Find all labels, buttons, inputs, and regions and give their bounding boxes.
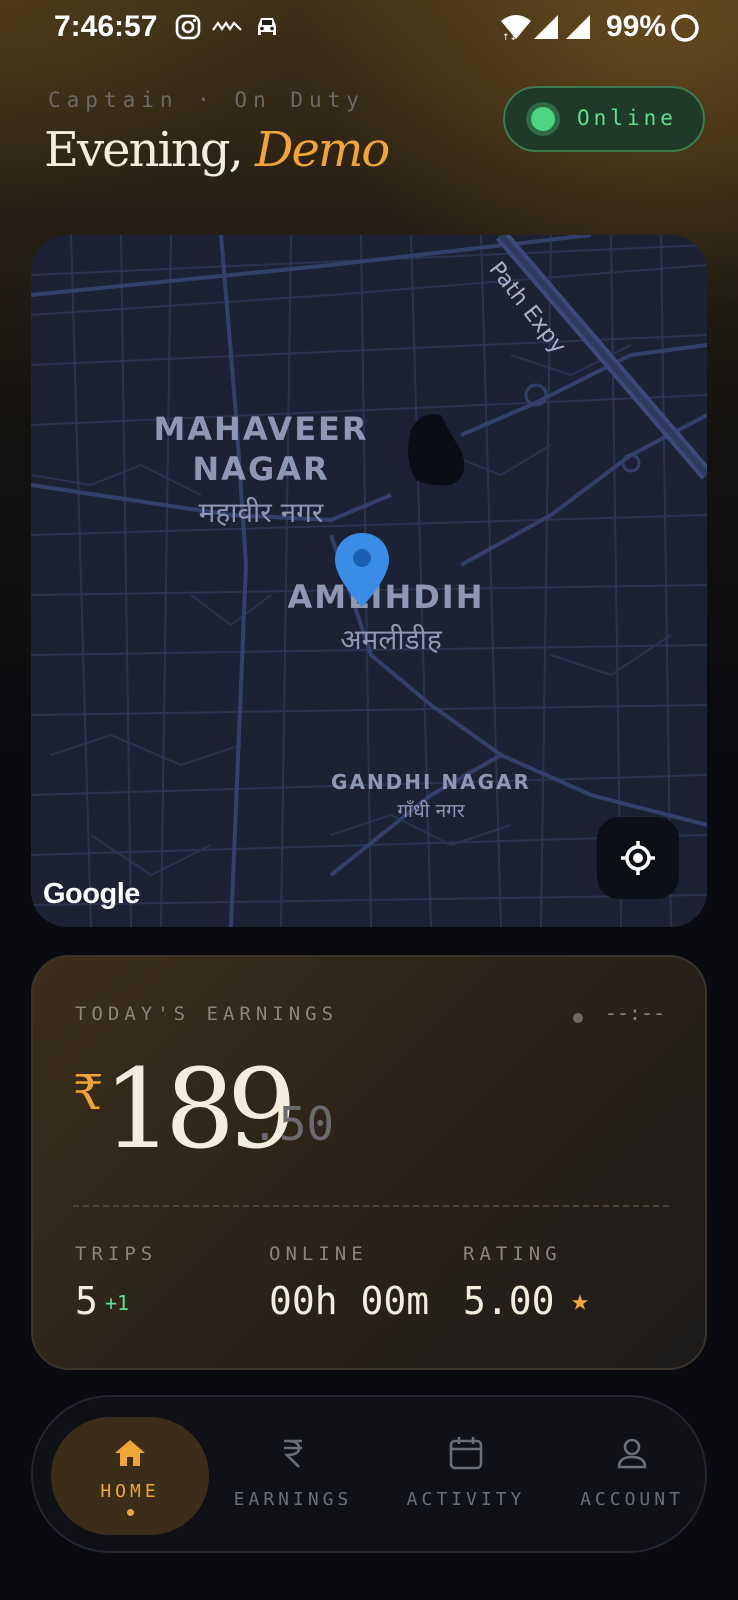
map-label-mahaveer-nagar-hindi: महावीर नगर	[198, 496, 324, 529]
rating-label: RATING	[463, 1243, 562, 1265]
calendar-icon	[448, 1435, 484, 1475]
map-label-mahaveer-nagar-1: MAHAVEER	[153, 410, 369, 448]
bottom-navigation: HOME EARNINGS ACTIVITY ACCOUNT	[31, 1395, 707, 1553]
google-attribution: Google	[43, 878, 140, 910]
duty-status-label: Captain · On Duty	[48, 88, 365, 112]
crosshair-icon	[621, 841, 655, 875]
online-indicator-dot	[531, 107, 555, 131]
signal-icon	[533, 14, 559, 44]
nav-label-account: ACCOUNT	[580, 1489, 684, 1510]
status-time: 7:46:57	[54, 10, 158, 43]
location-pin-icon[interactable]	[333, 531, 391, 609]
map-label-mahaveer-nagar-2: NAGAR	[192, 450, 330, 488]
greeting-text: Evening,	[44, 122, 244, 178]
nav-label-home: HOME	[100, 1481, 160, 1502]
instagram-icon	[175, 14, 201, 44]
wifi-icon: ↑↓	[500, 13, 532, 45]
star-icon: ★	[571, 1283, 590, 1318]
svg-text:↑↓: ↑↓	[502, 33, 517, 41]
map-view[interactable]: Path Expy MAHAVEER NAGAR महावीर नगर AMLI…	[31, 235, 707, 927]
nav-item-earnings[interactable]: EARNINGS	[213, 1397, 373, 1551]
online-time-label: ONLINE	[269, 1243, 368, 1265]
currency-symbol: ₹	[73, 1065, 104, 1121]
online-time-value: 00h 00m	[269, 1279, 430, 1323]
map-label-amlidih-hindi: अमलीडीह	[340, 623, 442, 656]
nav-item-home[interactable]: HOME	[51, 1417, 209, 1535]
todays-earnings-card[interactable]: TODAY'S EARNINGS --:-- ₹ 189 .50 TRIPS 5…	[31, 955, 707, 1370]
notification-logo-icon	[212, 19, 242, 38]
status-bar: 7:46:57 ↑↓ 99%	[0, 0, 738, 56]
battery-icon	[670, 13, 700, 47]
trips-label: TRIPS	[75, 1243, 158, 1265]
online-status-label: Online	[577, 106, 677, 130]
battery-percentage: 99%	[606, 10, 667, 43]
greeting-title: Evening, Demo	[44, 122, 390, 178]
online-status-toggle[interactable]: Online	[503, 86, 705, 152]
captain-name: Demo	[255, 122, 390, 178]
nav-item-activity[interactable]: ACTIVITY	[386, 1397, 546, 1551]
nav-label-activity: ACTIVITY	[406, 1489, 526, 1510]
user-icon	[614, 1435, 650, 1475]
earnings-last-updated: --:--	[604, 1001, 665, 1025]
nav-item-account[interactable]: ACCOUNT	[552, 1397, 712, 1551]
earnings-decimal: .50	[251, 1097, 335, 1151]
map-label-gandhi-nagar: GANDHI NAGAR	[331, 770, 531, 794]
card-divider	[73, 1205, 669, 1207]
nav-label-earnings: EARNINGS	[233, 1489, 353, 1510]
trips-value: 5	[75, 1279, 98, 1323]
earnings-title: TODAY'S EARNINGS	[75, 1003, 339, 1025]
sync-status-dot	[573, 1013, 583, 1023]
rupee-icon	[275, 1435, 311, 1475]
recenter-location-button[interactable]	[597, 817, 679, 899]
active-indicator-dot	[127, 1509, 134, 1516]
trips-delta-badge: +1	[105, 1291, 130, 1315]
signal-icon	[565, 14, 591, 44]
map-label-gandhi-nagar-hindi: गाँधी नगर	[397, 800, 465, 822]
rating-value: 5.00	[463, 1279, 555, 1323]
car-icon	[254, 15, 280, 43]
home-icon	[112, 1437, 148, 1473]
